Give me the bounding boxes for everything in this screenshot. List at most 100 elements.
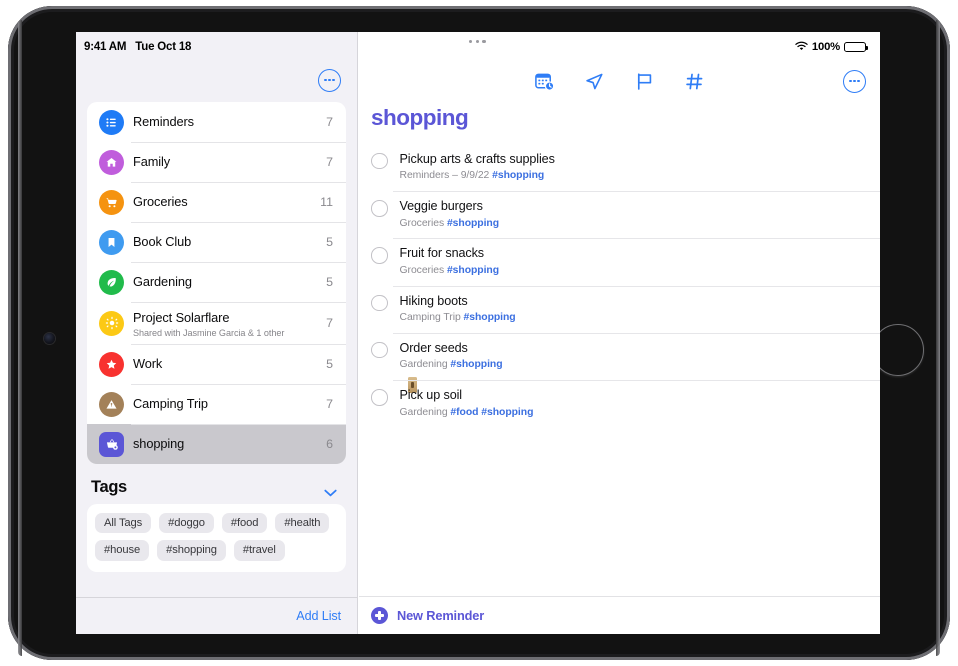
sidebar-item-camping-trip[interactable]: Camping Trip 7: [87, 384, 346, 424]
tags-section-header[interactable]: Tags: [76, 464, 357, 504]
new-reminder-bar[interactable]: New Reminder: [359, 596, 880, 634]
sidebar-item-label: Family: [133, 154, 171, 169]
house-icon: [99, 149, 124, 175]
reminder-tags[interactable]: #shopping: [447, 265, 499, 276]
tag-chip[interactable]: #food: [221, 513, 268, 534]
sidebar-item-label: shopping: [133, 436, 185, 451]
sidebar-item-book-club[interactable]: Book Club 5: [87, 222, 346, 262]
sidebar-item-label: Camping Trip: [133, 396, 208, 411]
reminder-subtitle: Groceries #shopping: [400, 217, 867, 231]
multitask-dots-icon[interactable]: [469, 40, 486, 44]
sidebar-item-label: Gardening: [133, 274, 192, 289]
battery-full-icon: [844, 41, 869, 53]
tag-chip[interactable]: All Tags: [95, 513, 152, 534]
location-arrow-icon[interactable]: [583, 69, 607, 93]
status-indicators: 100%: [795, 38, 869, 56]
reminder-tags[interactable]: #food #shopping: [450, 407, 533, 418]
detail-pane: 100% shopping Pickup arts & crafts suppl…: [359, 32, 880, 634]
reminder-tags[interactable]: #shopping: [447, 218, 499, 229]
tag-chip[interactable]: #house: [95, 540, 150, 561]
sidebar-item-count: 7: [326, 115, 333, 129]
tent-icon: [99, 391, 124, 417]
sidebar-item-label: Work: [133, 356, 163, 371]
sidebar-item-reminders[interactable]: Reminders 7: [87, 102, 346, 142]
reminder-title: Fruit for snacks: [399, 246, 485, 261]
sidebar-item-count: 5: [326, 357, 333, 371]
bookmark-icon: [99, 229, 124, 255]
tag-chip[interactable]: #doggo: [159, 513, 214, 534]
hashtag-icon[interactable]: [683, 69, 707, 93]
reminder-subtitle: Gardening #food #shopping: [400, 406, 867, 420]
sidebar: 9:41 AM Tue Oct 18 Reminders 7 Family 7 …: [76, 32, 358, 634]
sidebar-item-label: Groceries: [133, 194, 188, 209]
sidebar-toolbar: [76, 58, 357, 102]
reminder-title: Pick up soil: [399, 388, 463, 402]
reminder-title: Order seeds: [399, 340, 468, 355]
reminder-source: Gardening: [399, 359, 451, 371]
tag-chip[interactable]: #health: [275, 513, 330, 534]
flag-icon[interactable]: [633, 69, 657, 93]
wifi-icon: [795, 38, 808, 56]
tags-card: All Tags #doggo #food #health #house #sh…: [87, 504, 346, 572]
reminder-checkbox[interactable]: [371, 389, 388, 406]
reminder-item[interactable]: Pick up soil Gardening #food #shopping: [359, 380, 880, 427]
sidebar-more-icon[interactable]: [318, 68, 341, 92]
sidebar-item-shared-subtitle: Shared with Jasmine Garcia & 1 other: [133, 327, 285, 338]
status-date: Tue Oct 18: [135, 41, 192, 53]
sidebar-item-count: 5: [326, 235, 333, 249]
reminder-title: Pickup arts & crafts supplies: [399, 151, 555, 166]
sidebar-item-family[interactable]: Family 7: [87, 142, 346, 182]
sidebar-item-count: 7: [326, 316, 333, 330]
sidebar-item-shopping[interactable]: shopping 6: [87, 424, 346, 464]
reminder-subtitle: Groceries #shopping: [400, 264, 867, 278]
sidebar-item-project-solarflare[interactable]: Project Solarflare Shared with Jasmine G…: [87, 302, 346, 344]
sidebar-item-count: 7: [326, 155, 333, 169]
reminder-checkbox[interactable]: [371, 152, 388, 170]
reminder-title: Veggie burgers: [399, 199, 483, 213]
plus-circle-icon[interactable]: [371, 607, 388, 624]
sidebar-item-label: Reminders: [133, 114, 194, 129]
reminder-source: Groceries: [399, 217, 447, 229]
list-bullet-icon: [99, 109, 124, 135]
reminder-subtitle: Reminders – 9/9/22 #shopping: [400, 169, 867, 183]
detail-more-button[interactable]: [843, 69, 866, 93]
sidebar-list-card: Reminders 7 Family 7 Groceries 11 Book C…: [87, 102, 346, 464]
sidebar-item-work[interactable]: Work 5: [87, 344, 346, 384]
status-time: 9:41 AM: [84, 41, 127, 53]
sidebar-item-count: 7: [326, 397, 333, 411]
reminder-item[interactable]: Pickup arts & crafts supplies Reminders …: [359, 144, 880, 191]
chevron-down-icon[interactable]: [324, 484, 337, 496]
sidebar-item-count: 5: [326, 275, 333, 289]
sidebar-item-gardening[interactable]: Gardening 5: [87, 262, 346, 302]
star-icon: [99, 351, 124, 377]
reminder-source: Groceries: [399, 264, 447, 276]
new-reminder-label: New Reminder: [397, 608, 485, 623]
sidebar-footer: Add List: [76, 597, 357, 634]
sidebar-item-label: Project Solarflare: [133, 309, 230, 325]
circle-ellipsis-icon[interactable]: [843, 69, 866, 93]
tags-title: Tags: [91, 478, 127, 496]
reminder-checkbox[interactable]: [371, 294, 388, 311]
reminder-tags[interactable]: #shopping: [464, 312, 516, 323]
add-list-button[interactable]: Add List: [296, 609, 341, 623]
reminder-item[interactable]: Order seeds Gardening #shopping: [359, 332, 880, 393]
sidebar-item-groceries[interactable]: Groceries 11: [87, 182, 346, 222]
device-left-edge: [18, 20, 22, 656]
reminder-item[interactable]: Fruit for snacks Groceries #shopping: [359, 238, 880, 285]
sidebar-item-count: 6: [326, 437, 333, 451]
calendar-clock-icon[interactable]: [533, 69, 557, 93]
sun-icon: [99, 310, 124, 336]
reminder-item[interactable]: Veggie burgers Groceries #shopping: [359, 191, 880, 238]
sidebar-item-count: 11: [320, 195, 333, 209]
sidebar-item-label: Book Club: [133, 234, 192, 249]
reminder-checkbox[interactable]: [371, 247, 388, 264]
tag-chip[interactable]: #shopping: [157, 540, 226, 561]
reminder-tags[interactable]: #shopping: [450, 359, 502, 370]
reminder-item[interactable]: Hiking boots Camping Trip #shopping: [359, 285, 880, 333]
tag-chip[interactable]: #travel: [233, 540, 285, 561]
reminder-checkbox[interactable]: [371, 200, 388, 217]
detail-toolbar: [359, 58, 880, 104]
reminder-checkbox[interactable]: [371, 341, 388, 359]
reminder-tags[interactable]: #shopping: [492, 170, 544, 181]
page-title: shopping: [371, 105, 469, 130]
